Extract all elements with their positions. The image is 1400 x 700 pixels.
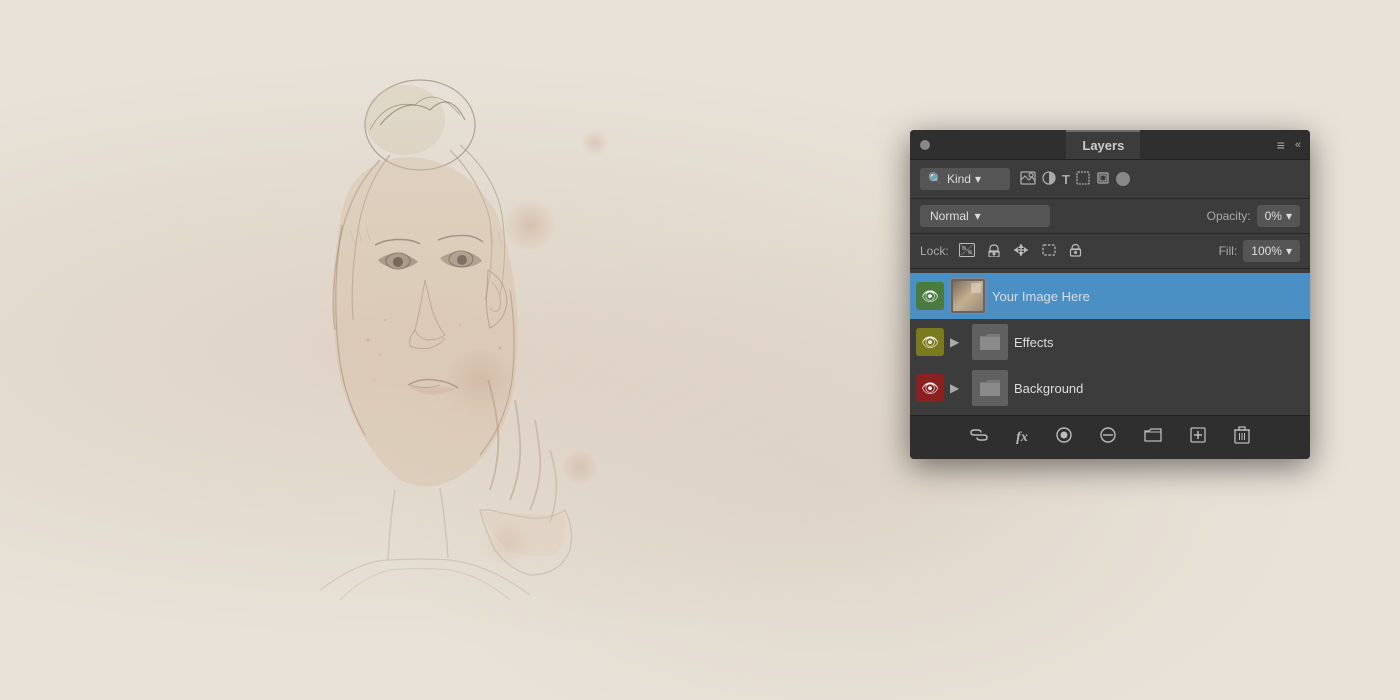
folder-icon-effects [978, 332, 1002, 352]
lock-position-icon[interactable] [1011, 241, 1031, 262]
lock-row: Lock: Fill: 10 [910, 234, 1310, 269]
lock-all-icon[interactable] [1067, 241, 1084, 262]
search-icon: 🔍 [928, 172, 943, 186]
lock-label: Lock: [920, 244, 949, 258]
blend-mode-arrow: ▾ [975, 209, 981, 223]
panel-titlebar: Layers ≡ « [910, 130, 1310, 160]
visibility-toggle-effects[interactable]: 👁 [916, 328, 944, 356]
opacity-number: 0% [1265, 209, 1282, 223]
blend-mode-dropdown[interactable]: Normal ▾ [920, 205, 1050, 227]
layer-row-background[interactable]: 👁 ▶ Background [910, 365, 1310, 411]
opacity-value[interactable]: 0% ▾ [1257, 205, 1300, 227]
layer-name-effects: Effects [1014, 335, 1304, 350]
adjustment-filter-icon[interactable] [1042, 171, 1056, 188]
layer-thumbnail-effects [972, 324, 1008, 360]
layer-row-your-image[interactable]: 👁 Your Image Here [910, 273, 1310, 319]
eye-icon-background: 👁 [921, 380, 939, 397]
portrait-sketch [110, 30, 710, 670]
new-group-button[interactable] [1138, 424, 1168, 451]
fill-number: 100% [1251, 244, 1282, 258]
fill-arrow: ▾ [1286, 244, 1292, 258]
kind-label: Kind [947, 172, 971, 186]
titlebar-left [920, 140, 930, 150]
visibility-toggle-background[interactable]: 👁 [916, 374, 944, 402]
visibility-toggle-your-image[interactable]: 👁 [916, 282, 944, 310]
new-adjustment-button[interactable] [1094, 424, 1122, 451]
link-layers-button[interactable] [964, 425, 994, 450]
filter-row: 🔍 Kind ▾ T [910, 160, 1310, 199]
layer-name-background: Background [1014, 381, 1304, 396]
text-filter-icon[interactable]: T [1062, 172, 1070, 187]
folder-icon-background [978, 378, 1002, 398]
fill-label: Fill: [1219, 244, 1238, 258]
image-filter-icon[interactable] [1020, 171, 1036, 188]
opacity-arrow: ▾ [1286, 209, 1292, 223]
eye-icon-your-image: 👁 [921, 288, 939, 305]
filter-toggle-circle[interactable] [1116, 172, 1130, 186]
layers-panel: Layers ≡ « 🔍 Kind ▾ T [910, 130, 1310, 459]
kind-filter-dropdown[interactable]: 🔍 Kind ▾ [920, 168, 1010, 190]
smartobject-filter-icon[interactable] [1096, 171, 1110, 188]
fill-value[interactable]: 100% ▾ [1243, 240, 1300, 262]
expand-background-chevron[interactable]: ▶ [950, 381, 966, 395]
panel-menu-icon[interactable]: ≡ [1277, 137, 1285, 153]
filter-icons: T [1020, 171, 1110, 188]
add-mask-button[interactable] [1050, 424, 1078, 451]
layer-row-effects[interactable]: 👁 ▶ Effects [910, 319, 1310, 365]
layers-list: 👁 Your Image Here 👁 ▶ Effects [910, 269, 1310, 415]
close-button[interactable] [920, 140, 930, 150]
fill-group: Fill: 100% ▾ [1219, 240, 1300, 262]
collapse-icon[interactable]: « [1295, 139, 1300, 151]
layer-thumbnail-your-image [950, 278, 986, 314]
expand-effects-chevron[interactable]: ▶ [950, 335, 966, 349]
delete-layer-button[interactable] [1228, 423, 1256, 452]
shape-filter-icon[interactable] [1076, 171, 1090, 188]
sketch-svg [110, 30, 710, 670]
lock-icons [957, 241, 1084, 262]
add-style-button[interactable]: fx [1010, 427, 1034, 449]
lock-artboard-icon[interactable] [1039, 241, 1059, 262]
blend-mode-row: Normal ▾ Opacity: 0% ▾ [910, 199, 1310, 234]
lock-transparent-icon[interactable] [957, 241, 977, 262]
opacity-label: Opacity: [1207, 209, 1251, 223]
new-layer-button[interactable] [1184, 424, 1212, 451]
eye-icon-effects: 👁 [921, 334, 939, 351]
bottom-toolbar: fx [910, 415, 1310, 459]
opacity-group: Opacity: 0% ▾ [1207, 205, 1300, 227]
kind-dropdown-arrow: ▾ [975, 172, 981, 186]
portrait-area [0, 0, 820, 700]
layer-thumbnail-background [972, 370, 1008, 406]
layer-name-your-image: Your Image Here [992, 289, 1304, 304]
lock-image-icon[interactable] [985, 241, 1003, 262]
thumb-image-content [953, 281, 983, 311]
panel-tab-area: Layers [1066, 130, 1140, 159]
layers-tab[interactable]: Layers [1066, 130, 1140, 159]
blend-mode-label: Normal [930, 209, 969, 223]
